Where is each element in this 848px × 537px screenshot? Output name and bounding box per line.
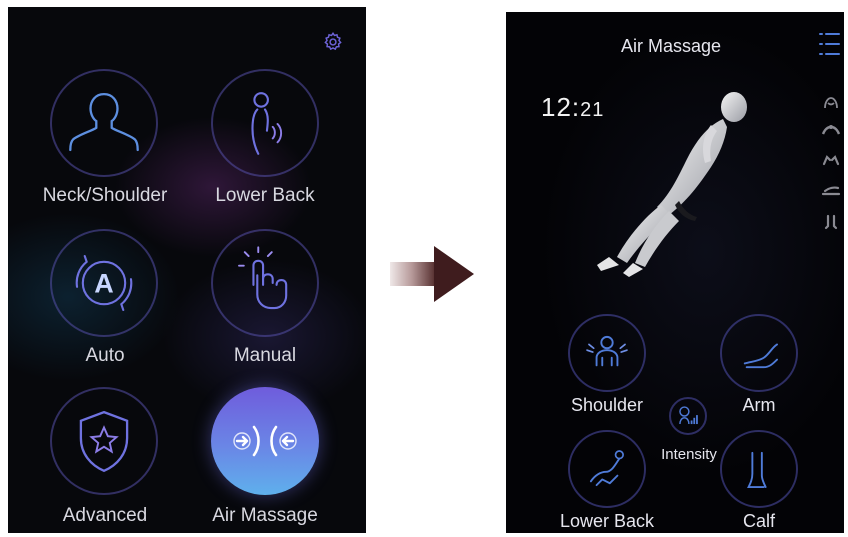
arm-button[interactable]	[720, 314, 798, 392]
svg-text:A: A	[94, 269, 113, 299]
mode-label-lower-back: Lower Back	[215, 185, 315, 206]
shoulder-icon	[586, 335, 628, 367]
arrow-shaft	[390, 262, 438, 286]
list-menu-icon[interactable]	[817, 28, 841, 60]
lower-back-icon	[251, 92, 283, 155]
control-label-calf: Calf	[742, 511, 775, 531]
intensity-button[interactable]	[669, 397, 707, 435]
lower-back-control-button[interactable]	[568, 430, 646, 508]
mode-selection-screen: Neck/Shoulder Lower Back A Auto Manual A…	[8, 7, 366, 533]
air-massage-screen: Air Massage 12:21 Shoulder Arm Intensity…	[506, 12, 844, 533]
arm-icon	[743, 343, 778, 369]
neck-shoulder-icon	[69, 92, 139, 152]
screen-title: Air Massage	[620, 36, 722, 56]
reclining-body-figure	[561, 77, 771, 287]
legs-icon[interactable]	[821, 214, 841, 230]
manual-button[interactable]	[211, 229, 319, 337]
control-label-shoulder: Shoulder	[570, 395, 644, 415]
hands-icon[interactable]	[821, 152, 841, 168]
manual-icon	[238, 246, 288, 310]
back-icon[interactable]	[821, 122, 841, 138]
recline-icon[interactable]	[821, 182, 841, 198]
advanced-shield-icon	[79, 410, 129, 473]
mode-label-air-massage: Air Massage	[212, 505, 318, 526]
mode-label-manual: Manual	[233, 345, 297, 366]
seat-icon[interactable]	[821, 94, 841, 110]
gear-icon[interactable]	[322, 31, 344, 53]
control-label-lower-back: Lower Back	[559, 511, 655, 531]
arrow-head	[434, 246, 474, 302]
mode-label-advanced: Advanced	[62, 505, 148, 526]
mode-label-neck-shoulder: Neck/Shoulder	[42, 185, 168, 206]
auto-icon: A	[75, 254, 133, 312]
calf-button[interactable]	[720, 430, 798, 508]
advanced-button[interactable]	[50, 387, 158, 495]
control-label-arm: Arm	[742, 395, 776, 415]
lower-back-icon	[589, 450, 624, 487]
auto-button[interactable]: A	[50, 229, 158, 337]
air-massage-icon	[233, 425, 297, 457]
mode-label-auto: Auto	[85, 345, 125, 366]
shoulder-button[interactable]	[568, 314, 646, 392]
neck-shoulder-button[interactable]	[50, 69, 158, 177]
lower-back-button[interactable]	[211, 69, 319, 177]
air-massage-button[interactable]	[211, 387, 319, 495]
calf-icon	[747, 451, 767, 488]
intensity-icon	[679, 406, 698, 425]
